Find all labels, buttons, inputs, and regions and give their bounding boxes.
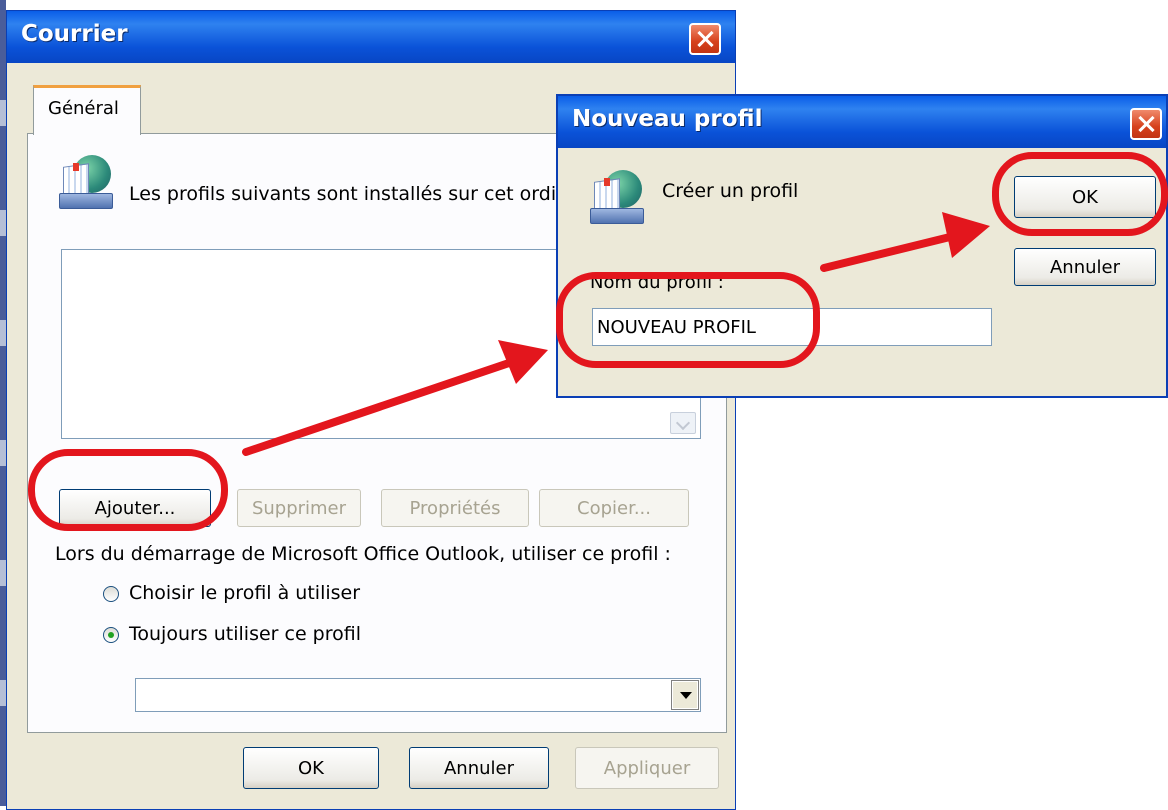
arrow-add-to-name [242,358,516,456]
tab-general-label: Général [48,98,119,119]
tab-general[interactable]: Général [33,85,141,135]
arrow-name-to-ok-head [942,212,990,258]
annotation-arrows [242,212,990,456]
arrow-name-to-ok [820,232,958,272]
